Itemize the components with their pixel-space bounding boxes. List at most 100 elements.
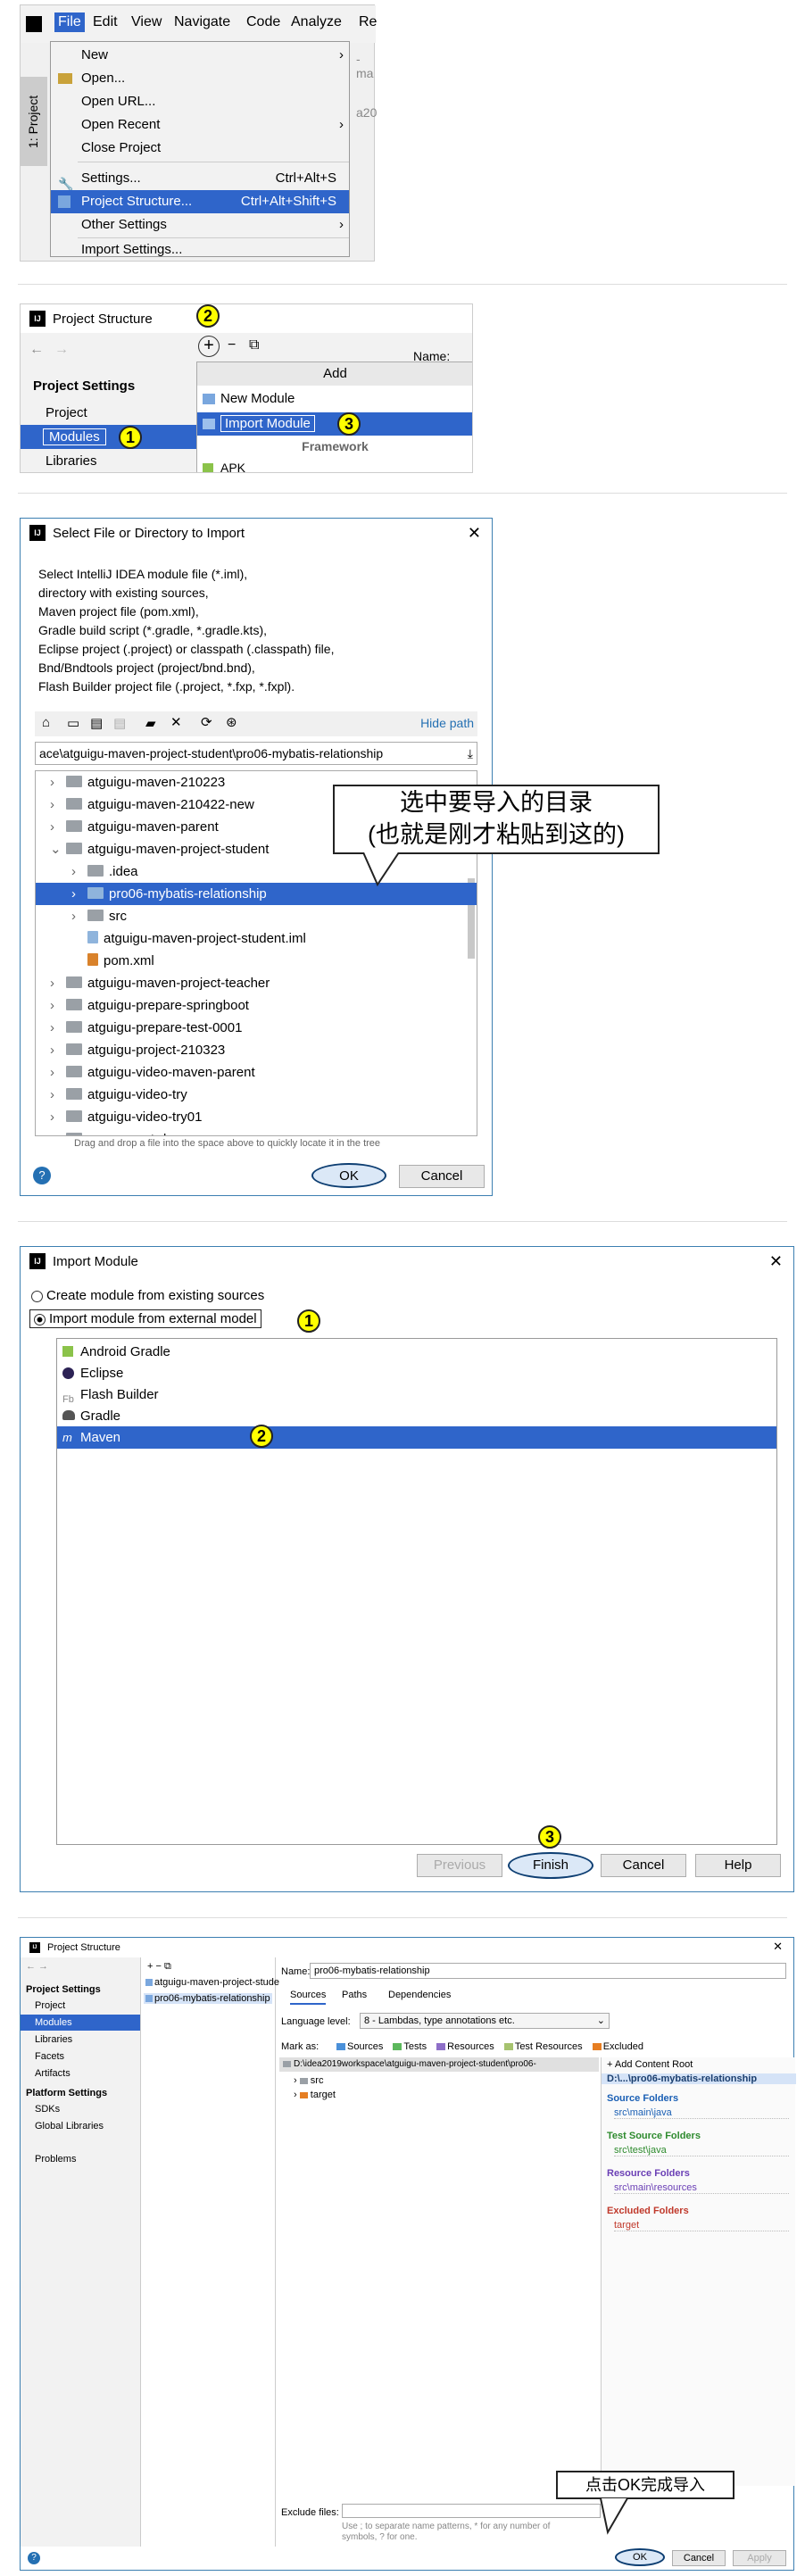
tree-row[interactable]: › atguigu-video-try01 [36,1106,477,1128]
close-icon[interactable]: ✕ [773,1940,783,1954]
language-select[interactable]: 8 - Lambdas, type annotations etc. ⌄ [360,2013,610,2029]
forward-arrow-icon[interactable]: → [54,342,69,358]
ok-button[interactable]: OK [311,1163,386,1188]
chevron-right-icon[interactable]: › [50,771,54,794]
nav-project[interactable]: Project [46,405,87,420]
module-item-selected[interactable]: pro06-mybatis-relationship [144,1993,272,2004]
menu-item-other-settings[interactable]: Other Settings › [51,213,349,237]
menu-view[interactable]: View [131,14,162,30]
chevron-right-icon[interactable]: › [71,905,76,927]
chevron-right-icon[interactable]: › [50,816,54,838]
menu-refactor[interactable]: Re [359,14,377,30]
tree-row[interactable]: › atguigu-prepare-springboot [36,994,477,1017]
folder-group-item[interactable]: src\test\java [614,2145,789,2156]
delete-icon[interactable]: ✕ [170,714,182,730]
chevron-right-icon[interactable]: › [50,994,54,1017]
refresh-icon[interactable]: ⟳ [201,714,212,730]
chevron-right-icon[interactable]: › [50,1061,54,1084]
model-list[interactable]: Android Gradle Eclipse Fb Flash Builder G… [56,1338,777,1845]
module-icon[interactable]: ▤ [113,715,126,731]
chevron-right-icon[interactable]: › [71,860,76,883]
show-hidden-icon[interactable]: ⊛ [226,714,237,730]
tree-row[interactable]: › src [36,905,477,927]
folder-group-item[interactable]: target [614,2220,789,2231]
ok-button[interactable]: OK [615,2548,665,2566]
menu-item-project-structure[interactable]: Project Structure... Ctrl+Alt+Shift+S [51,190,349,213]
nav-global-libraries[interactable]: Global Libraries [35,2121,104,2131]
tab-paths[interactable]: Paths [342,1990,367,2000]
close-icon[interactable]: ✕ [769,1252,783,1271]
nav-artifacts[interactable]: Artifacts [35,2068,71,2079]
project-icon[interactable]: ▤ [90,715,103,731]
chevron-right-icon[interactable]: › [50,1039,54,1061]
nav-libraries[interactable]: Libraries [46,453,97,469]
cancel-button[interactable]: Cancel [601,1854,686,1877]
model-android-gradle[interactable]: Android Gradle [57,1341,776,1363]
finish-button[interactable]: Finish [508,1852,593,1879]
chevron-right-icon[interactable]: › [50,1084,54,1106]
help-icon[interactable]: ? [28,2552,40,2564]
model-maven[interactable]: m Maven [57,1426,776,1449]
tree-row[interactable]: atguigu-maven-project-student.iml [36,927,477,950]
menu-item-open-recent[interactable]: Open Recent › [51,113,349,137]
chevron-right-icon[interactable]: › [71,883,76,905]
nav-sdks[interactable]: SDKs [35,2104,60,2115]
import-module-item[interactable]: Import Module [197,412,472,436]
name-field[interactable]: pro06-mybatis-relationship [310,1963,786,1979]
folder-group-item[interactable]: src\main\resources [614,2182,789,2194]
add-icon[interactable]: + [198,336,220,357]
model-eclipse[interactable]: Eclipse [57,1362,776,1384]
nav-modules[interactable]: Modules [21,2015,140,2031]
chevron-down-icon[interactable]: ⌄ [50,838,62,860]
content-root-row[interactable]: D:\idea2019workspace\atguigu-maven-proje… [279,2057,599,2072]
menu-file[interactable]: File [54,12,85,32]
menu-code[interactable]: Code [246,14,280,30]
tree-row[interactable]: pom.xml [36,950,477,972]
option-import[interactable]: Import module from external model [29,1309,261,1328]
desktop-icon[interactable]: ▭ [67,715,79,731]
path-field[interactable]: ace\atguigu-maven-project-student\pro06-… [35,742,477,765]
mark-resources[interactable]: Resources [436,2041,494,2052]
menu-item-open[interactable]: Open... [51,67,349,90]
copy-icon[interactable]: ⧉ [249,337,259,353]
menu-item-settings[interactable]: 🔧 Settings... Ctrl+Alt+S [51,167,349,191]
menu-item-new[interactable]: New › [51,44,349,67]
previous-button[interactable]: Previous [417,1854,502,1877]
menu-item-open-url[interactable]: Open URL... [51,90,349,113]
tree-item-src[interactable]: › src [294,2075,323,2086]
back-arrow-icon[interactable]: ← → [26,1961,48,1972]
chevron-right-icon[interactable]: › [50,794,54,816]
menu-edit[interactable]: Edit [93,14,118,30]
model-gradle[interactable]: Gradle [57,1405,776,1427]
option-create[interactable]: Create module from existing sources [31,1288,264,1303]
nav-project[interactable]: Project [35,2000,65,2011]
menu-item-close-project[interactable]: Close Project [51,137,349,160]
tab-dependencies[interactable]: Dependencies [388,1990,451,2000]
new-folder-icon[interactable]: ▰ [145,715,156,731]
mark-tests[interactable]: Tests [393,2041,427,2052]
cancel-button[interactable]: Cancel [672,2550,726,2566]
mark-test-resources[interactable]: Test Resources [503,2041,583,2052]
chevron-right-icon[interactable]: › [50,1106,54,1128]
hide-path-link[interactable]: Hide path [420,716,474,730]
nav-problems[interactable]: Problems [35,2154,76,2165]
home-icon[interactable]: ⌂ [42,715,50,730]
apply-button[interactable]: Apply [733,2550,786,2566]
tab-sources[interactable]: Sources [290,1990,327,2005]
mark-sources[interactable]: Sources [336,2041,383,2052]
tree-row[interactable]: › atguigu-maven-project-teacher [36,972,477,994]
add-content-root-button[interactable]: + Add Content Root [607,2059,693,2070]
help-icon[interactable]: ? [33,1167,51,1184]
tree-row[interactable]: › atguigu-video-maven-parent [36,1061,477,1084]
back-arrow-icon[interactable]: ← [29,342,44,358]
menu-analyze[interactable]: Analyze [291,14,342,30]
cancel-button[interactable]: Cancel [399,1165,485,1188]
add-icon[interactable]: + − ⧉ [147,1961,171,1973]
exclude-files-field[interactable] [342,2504,601,2518]
module-item[interactable]: atguigu-maven-project-stude [145,1977,279,1988]
tree-item-target[interactable]: › target [294,2090,336,2100]
chevron-right-icon[interactable]: › [50,1128,54,1135]
apk-item[interactable]: APK [203,461,245,472]
mark-excluded[interactable]: Excluded [592,2041,643,2052]
help-button[interactable]: Help [695,1854,781,1877]
